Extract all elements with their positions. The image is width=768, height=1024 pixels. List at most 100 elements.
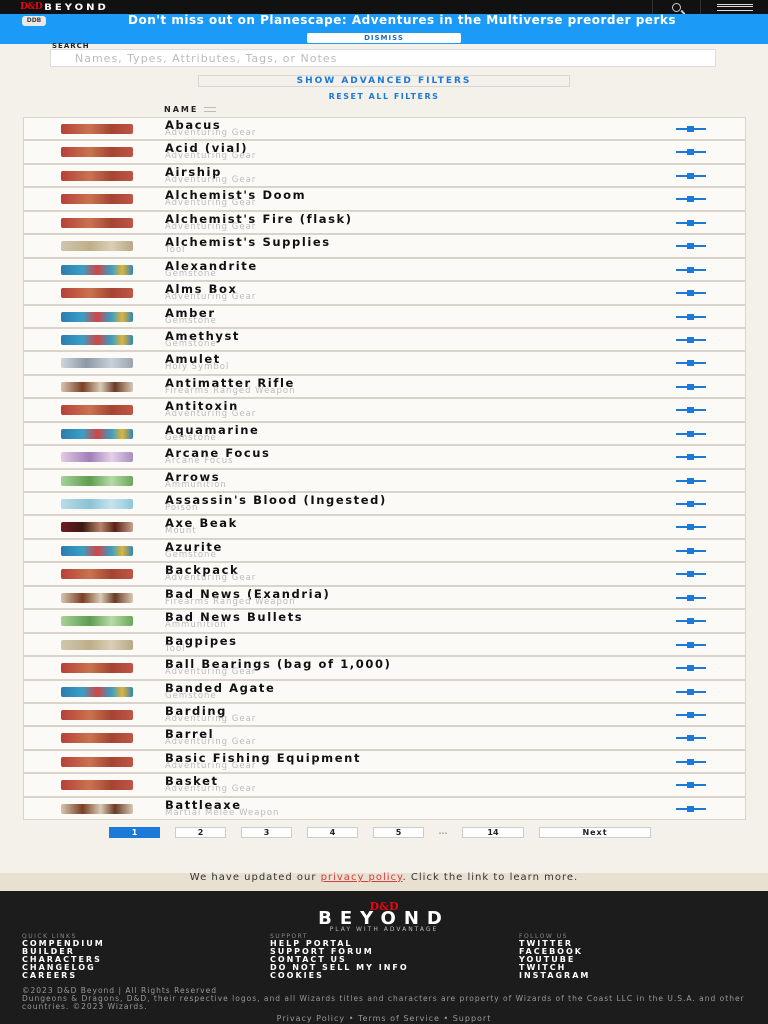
list-item[interactable]: Antimatter Rifle Firearms Ranged Weapon [23,374,746,399]
list-item[interactable]: Basic Fishing Equipment Adventuring Gear [23,749,746,774]
list-item[interactable]: Abacus Adventuring Gear [23,117,746,141]
footer-legal-text: Dungeons & Dragons, D&D, their respectiv… [22,994,745,1011]
item-type: Tool [165,245,186,256]
list-item[interactable]: Barrel Adventuring Gear [23,726,746,750]
list-item[interactable]: Ball Bearings (bag of 1,000) Adventuring … [23,656,746,680]
expand-toggle-icon[interactable] [676,126,706,132]
footer-support-link[interactable]: Support [453,1014,492,1023]
promo-text[interactable]: Don't miss out on Planescape: Adventures… [0,14,768,26]
expand-toggle-icon[interactable] [676,336,706,343]
list-item[interactable]: Barding Adventuring Gear [23,702,746,727]
expand-toggle-icon[interactable] [676,594,706,601]
expand-toggle-icon[interactable] [676,758,706,765]
item-type: Holy Symbol [165,362,230,373]
expand-toggle-icon[interactable] [676,501,706,507]
search-input[interactable]: Names, Types, Attributes, Tags, or Notes [50,49,716,67]
list-item[interactable]: Amber Gemstone [23,304,746,328]
expand-toggle-icon[interactable] [676,454,706,461]
reset-filters-link[interactable]: RESET ALL FILTERS [0,92,768,101]
list-item[interactable]: Alchemist's Fire (flask) Adventuring Gear [23,210,746,235]
list-item[interactable]: Amulet Holy Symbol [23,351,746,375]
expand-toggle-icon[interactable] [676,243,706,250]
expand-toggle-icon[interactable] [676,782,706,789]
list-item[interactable]: Bad News (Exandria) Firearms Ranged Weapo… [23,585,746,610]
item-thumbnail [61,616,133,627]
expand-toggle-icon[interactable] [676,383,706,390]
page-1-button[interactable]: 1 [109,827,160,838]
list-item[interactable]: Axe Beak Mount [23,515,746,539]
list-item[interactable]: Battleaxe Martial Melee Weapon [23,796,746,821]
expand-toggle-icon[interactable] [676,641,706,648]
list-item[interactable]: Arcane Focus Arcane Focus [23,445,746,469]
list-item[interactable]: Acid (vial) Adventuring Gear [23,140,746,164]
list-item[interactable]: Assassin's Blood (Ingested) Poison [23,492,746,516]
item-type: Gemstone [165,690,217,701]
list-item[interactable]: Backpack Adventuring Gear [23,562,746,586]
page-3-button[interactable]: 3 [241,827,292,838]
list-item[interactable]: Basket Adventuring Gear [23,773,746,797]
list-item[interactable]: Antitoxin Adventuring Gear [23,398,746,422]
expand-toggle-icon[interactable] [676,805,706,812]
list-item[interactable]: Azurite Gemstone [23,538,746,563]
expand-toggle-icon[interactable] [676,172,706,179]
expand-toggle-icon[interactable] [676,360,706,367]
item-type: Gemstone [165,315,217,326]
footer-logo[interactable]: D&D BEYOND PLAY WITH ADVANTAGE [0,901,768,934]
item-thumbnail [61,405,133,416]
list-item[interactable]: Bad News Bullets Ammunition [23,609,746,633]
expand-toggle-icon[interactable] [676,618,706,625]
list-item[interactable]: Alexandrite Gemstone [23,257,746,282]
show-advanced-filters-link[interactable]: SHOW ADVANCED FILTERS [0,76,768,86]
next-page-button[interactable]: Next [539,827,651,838]
expand-toggle-icon[interactable] [676,665,706,672]
expand-toggle-icon[interactable] [676,524,706,531]
list-item[interactable]: Airship Adventuring Gear [23,163,746,188]
expand-toggle-icon[interactable] [676,477,706,484]
expand-toggle-icon[interactable] [676,547,706,554]
expand-toggle-icon[interactable] [676,407,706,414]
expand-toggle-icon[interactable] [676,430,706,437]
item-thumbnail [61,639,133,650]
footer-privacy-link[interactable]: Privacy Policy [277,1014,346,1023]
item-type: Adventuring Gear [165,573,257,584]
list-item[interactable]: Alchemist's Doom Adventuring Gear [23,187,746,211]
column-header-name[interactable]: NAME [164,105,217,114]
item-thumbnail [61,475,133,486]
expand-toggle-icon[interactable] [676,290,706,297]
list-item[interactable]: Aquamarine Gemstone [23,421,746,446]
expand-toggle-icon[interactable] [676,711,706,718]
expand-toggle-icon[interactable] [676,219,706,226]
expand-toggle-icon[interactable] [676,149,706,156]
privacy-policy-link[interactable]: privacy policy [321,872,403,883]
item-thumbnail [61,569,133,580]
site-logo[interactable]: D&D BEYOND [20,2,109,13]
expand-toggle-icon[interactable] [676,266,706,273]
footer-link-cookies[interactable]: COOKIES [270,972,409,980]
footer-terms-link[interactable]: Terms of Service [358,1014,440,1023]
list-item[interactable]: Alchemist's Supplies Tool [23,234,746,258]
page-14-button[interactable]: 14 [462,827,524,838]
item-name[interactable]: Alchemist's Supplies [165,236,331,248]
expand-toggle-icon[interactable] [676,196,706,203]
item-type: Gemstone [165,338,217,349]
page-2-button[interactable]: 2 [175,827,226,838]
expand-toggle-icon[interactable] [676,571,706,578]
dismiss-button[interactable]: DISMISS [307,33,461,43]
footer-quick-links: QUICK LINKS COMPENDIUM BUILDER CHARACTER… [22,933,105,980]
expand-toggle-icon[interactable] [676,735,706,742]
item-type: Firearms Ranged Weapon [165,596,296,607]
expand-toggle-icon[interactable] [676,688,706,695]
list-item[interactable]: Amethyst Gemstone [23,327,746,352]
footer-link-careers[interactable]: CAREERS [22,972,105,980]
list-item[interactable]: Banded Agate Gemstone [23,679,746,703]
page-4-button[interactable]: 4 [307,827,358,838]
footer-link-instagram[interactable]: INSTAGRAM [519,972,590,980]
expand-toggle-icon[interactable] [676,313,706,320]
menu-button[interactable] [700,0,768,14]
item-type: Mount [165,526,197,537]
list-item[interactable]: Arrows Ammunition [23,468,746,492]
search-button[interactable] [652,0,700,14]
page-5-button[interactable]: 5 [373,827,424,838]
list-item[interactable]: Bagpipes Tool [23,632,746,657]
list-item[interactable]: Alms Box Adventuring Gear [23,281,746,305]
